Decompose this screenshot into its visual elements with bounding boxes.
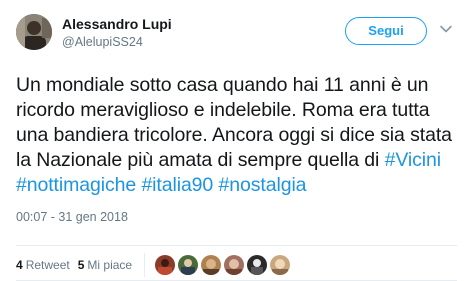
liker-avatar-6[interactable] [270,255,291,275]
user-info: Alessandro Lupi @AlelupiSS24 [62,15,172,51]
liker-avatar-2[interactable] [178,255,199,275]
likers-list [144,253,293,277]
like-count: 5 [77,258,85,272]
user-handle[interactable]: @AlelupiSS24 [62,33,172,51]
retweet-count: 4 [16,258,23,272]
like-stat[interactable]: 5 Mi piace [78,258,132,272]
tweet-header: Alessandro Lupi @AlelupiSS24 Segui [16,12,457,56]
liker-avatar-1[interactable] [155,255,176,275]
retweet-label: Retweet [25,258,70,272]
chevron-down-icon[interactable] [439,22,453,36]
display-name[interactable]: Alessandro Lupi [62,15,172,33]
user-avatar-photo-icon [16,14,52,50]
tweet-card: Alessandro Lupi @AlelupiSS24 Segui Un mo… [0,0,473,281]
divider [16,245,457,246]
hashtag-nostalgia[interactable]: #nostalgia [219,174,307,196]
follow-button[interactable]: Segui [345,17,427,45]
like-label: Mi piace [87,258,133,272]
user-avatar[interactable] [16,14,52,50]
hashtag-vicini[interactable]: #Vicini [385,149,442,171]
hashtag-italia90[interactable]: #italia90 [141,174,213,196]
tweet-timestamp[interactable]: 00:07 - 31 gen 2018 [16,209,457,225]
liker-avatar-5[interactable] [247,255,268,275]
liker-avatar-3[interactable] [201,255,222,275]
liker-avatar-4[interactable] [224,255,245,275]
retweet-stat[interactable]: 4 Retweet [16,258,70,272]
hashtag-nottimagiche[interactable]: #nottimagiche [16,174,136,196]
tweet-stats: 4 Retweet 5 Mi piace [16,251,293,279]
tweet-text: Un mondiale sotto casa quando hai 11 ann… [16,73,462,198]
